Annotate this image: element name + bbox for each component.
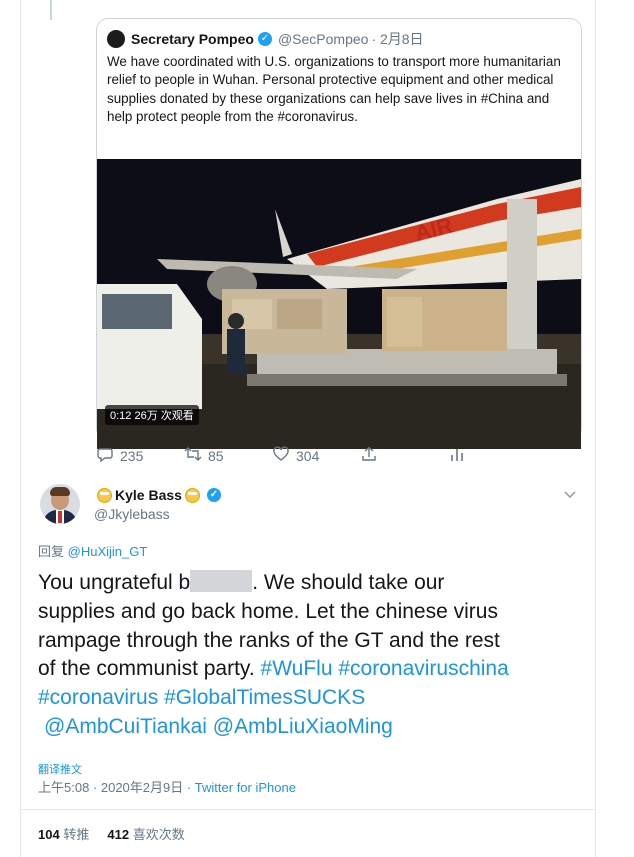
tweet-source-link[interactable]: Twitter for iPhone (195, 780, 296, 795)
retweets-stat[interactable]: 104 转推 (38, 827, 89, 842)
retweet-icon (184, 446, 202, 466)
stats-divider (20, 809, 594, 810)
tweet-line-4: of the communist party. #WuFlu #coronavi… (38, 655, 590, 684)
tweet-text-part: You ungrateful b (38, 571, 191, 594)
avatar-hair (50, 487, 70, 496)
analytics-icon (448, 446, 466, 466)
like-count: 304 (296, 448, 320, 464)
tweet-line-2: supplies and go back home. Let the chine… (38, 599, 498, 623)
share-button[interactable] (360, 446, 448, 466)
replying-to: 回复 @HuXijin_GT (38, 541, 147, 560)
tweet-stats: 104 转推 412 喜欢次数 (38, 824, 185, 843)
tweet-line-1: You ungrateful b . We should take our (38, 569, 590, 598)
thread-line (50, 0, 52, 20)
analytics-button[interactable] (448, 446, 536, 466)
tweet-timestamp-row: 上午5:08 · 2020年2月9日 · Twitter for iPhone (38, 777, 296, 796)
tweet-text-part: of the communist party. (38, 657, 261, 681)
reply-author-name-row[interactable]: Kyle Bass ✓ (94, 487, 221, 503)
quoted-tweet-date[interactable]: · 2月8日 (371, 29, 423, 49)
hashtag-link[interactable]: #WuFlu (261, 657, 333, 680)
quoted-author-name[interactable]: Secretary Pompeo (131, 31, 254, 47)
retweets-stat-label: 转推 (63, 827, 90, 842)
face-emoji-icon (184, 487, 200, 503)
retweets-stat-count: 104 (38, 827, 60, 842)
tweet-line-6: @AmbCuiTiankai @AmbLiuXiaoMing (38, 713, 590, 742)
replying-to-link[interactable]: @HuXijin_GT (68, 544, 148, 559)
reply-icon (96, 446, 114, 466)
mention-link[interactable]: @AmbCuiTiankai (44, 715, 207, 738)
likes-stat-count: 412 (107, 827, 130, 842)
reply-count: 235 (120, 448, 144, 464)
face-emoji-icon (97, 487, 112, 503)
tweet-action-bar: 235 85 304 (96, 446, 536, 466)
tweet-line-5: #coronavirus #GlobalTimesSUCKS (38, 684, 590, 713)
retweet-count: 85 (208, 448, 224, 464)
likes-stat-label: 喜欢次数 (132, 827, 185, 842)
reply-author-name[interactable]: Kyle Bass (115, 487, 182, 503)
verified-icon: ✓ (257, 32, 272, 46)
likes-stat[interactable]: 412 喜欢次数 (107, 827, 184, 842)
share-icon (360, 446, 378, 466)
quoted-tweet-header: Secretary Pompeo ✓ @SecPompeo · 2月8日 (107, 29, 424, 49)
quoted-tweet-video[interactable]: AIR 0:12 26万 次观看 (97, 159, 581, 449)
quoted-tweet-text: We have coordinated with U.S. organizati… (107, 54, 561, 125)
hashtag-link[interactable]: #coronaviruschina (338, 657, 508, 680)
replying-prefix: 回复 (38, 544, 68, 559)
retweet-button[interactable]: 85 (184, 446, 272, 466)
reply-author-handle[interactable]: @Jkylebass (94, 506, 170, 522)
chevron-down-icon[interactable] (564, 486, 576, 502)
tweet-text-part: . We should take our (252, 571, 445, 594)
tweet-timestamp[interactable]: 上午5:08 · 2020年2月9日 · (38, 780, 195, 795)
hashtag-link[interactable]: #coronavirus (38, 686, 158, 709)
hashtag-link[interactable]: #GlobalTimesSUCKS (164, 686, 365, 709)
redaction-block (190, 570, 253, 592)
mention-link[interactable]: @AmbLiuXiaoMing (213, 715, 393, 738)
reply-button[interactable]: 235 (96, 446, 184, 466)
avatar-tie (58, 511, 62, 523)
like-button[interactable]: 304 (272, 446, 360, 466)
reply-author-avatar[interactable] (40, 484, 80, 524)
like-icon (272, 446, 290, 466)
quoted-author-avatar[interactable] (107, 30, 125, 48)
translate-tweet-link[interactable]: 翻译推文 (38, 761, 82, 777)
reply-tweet-text: You ungrateful b . We should take our sup… (38, 569, 590, 742)
video-views-badge: 0:12 26万 次观看 (105, 405, 199, 425)
verified-icon: ✓ (206, 488, 221, 502)
tweet-line-3: rampage through the ranks of the GT and … (38, 628, 500, 652)
quoted-tweet-card[interactable]: Secretary Pompeo ✓ @SecPompeo · 2月8日 We … (96, 18, 582, 449)
quoted-author-handle[interactable]: @SecPompeo (278, 31, 368, 47)
